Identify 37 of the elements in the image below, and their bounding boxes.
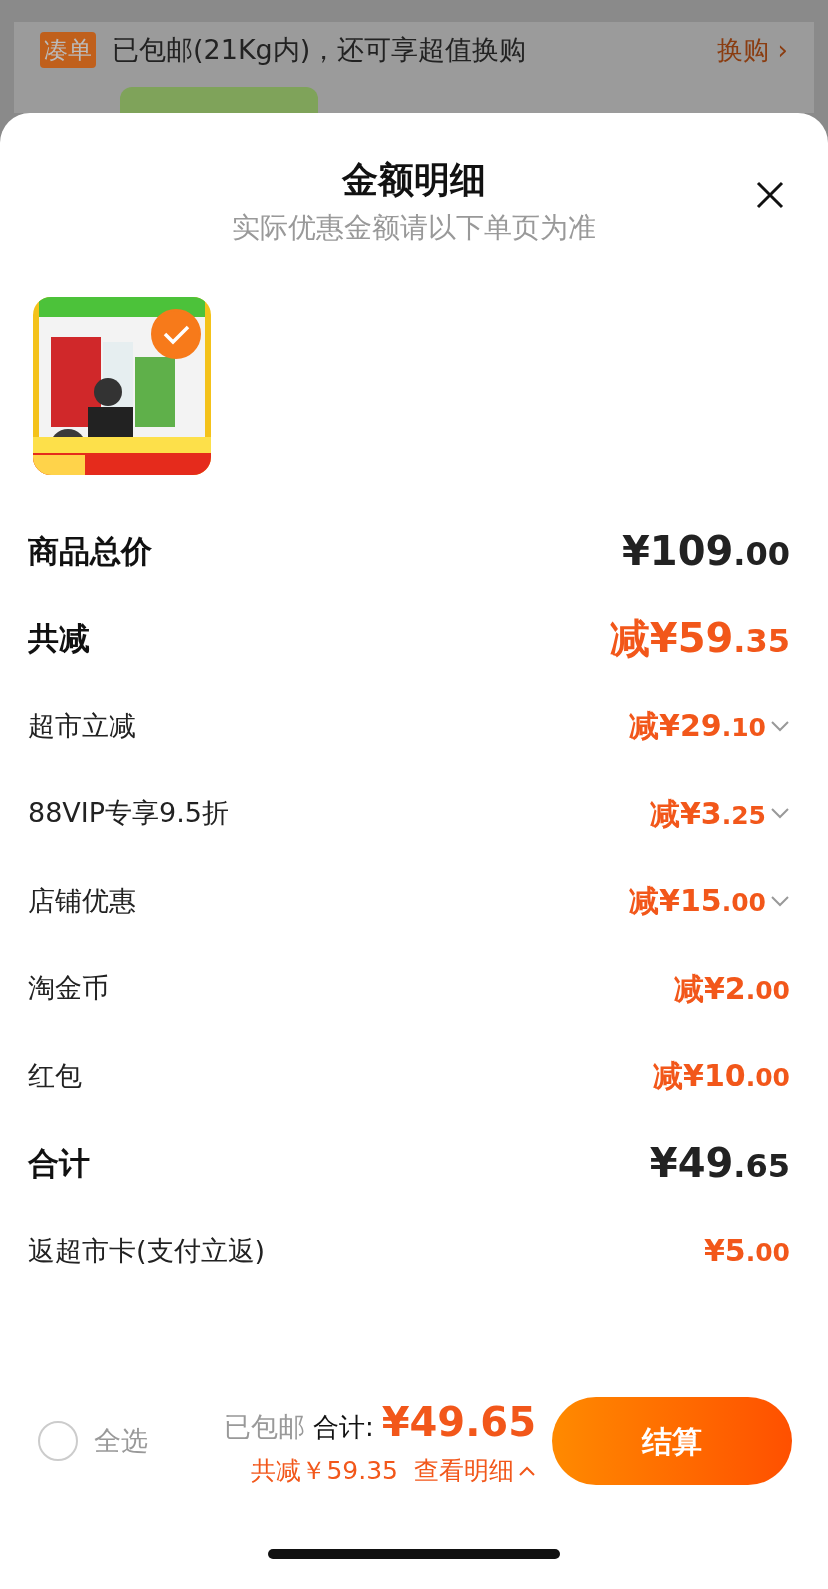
notice-text: 已包邮(21Kg内)，还可享超值换购 <box>112 33 527 67</box>
chevron-down-icon[interactable] <box>770 894 790 907</box>
close-icon[interactable] <box>756 181 784 209</box>
row-label: 红包 <box>28 1058 82 1093</box>
sheet-subtitle: 实际优惠金额请以下单页为准 <box>232 210 596 246</box>
row-label: 店铺优惠 <box>28 883 136 918</box>
select-all-label[interactable]: 全选 <box>94 1420 148 1462</box>
row-label: 商品总价 <box>28 531 152 571</box>
amount-value: 减¥2.00 <box>673 969 790 1008</box>
tag-label: 凑单 <box>40 32 96 69</box>
chevron-down-icon[interactable] <box>770 807 790 820</box>
row-label: 淘金币 <box>28 971 109 1005</box>
row-label: 合计 <box>28 1144 90 1183</box>
total-amount: ¥49.65 <box>381 1398 536 1448</box>
row-label: 88VIP专享9.5折 <box>28 796 229 830</box>
check-icon[interactable] <box>151 309 201 359</box>
chevron-down-icon[interactable] <box>770 719 790 732</box>
amount-value: ¥5.00 <box>703 1232 790 1271</box>
amount-value: 减¥3.25 <box>649 794 766 833</box>
amount-value: 减¥15.00 <box>629 882 766 921</box>
shipping-text: 已包邮 <box>223 1410 305 1445</box>
total-label: 合计: <box>312 1411 374 1445</box>
amount-value: 减¥29.10 <box>629 707 766 746</box>
amount-value: 减¥59.35 <box>609 614 790 664</box>
details-link[interactable]: 查看明细 <box>414 1452 536 1490</box>
checkout-button[interactable]: 结算 <box>552 1397 792 1485</box>
amount-value: ¥109.00 <box>622 526 790 576</box>
sheet-title: 金额明细 <box>342 158 486 202</box>
chevron-up-icon[interactable] <box>518 1465 536 1477</box>
discount-text: 共减￥59.35 <box>251 1455 398 1488</box>
select-all-radio[interactable] <box>38 1421 78 1461</box>
row-label: 共减 <box>28 619 90 658</box>
row-label: 超市立减 <box>28 708 136 743</box>
swap-link[interactable]: 换购 › <box>717 30 788 70</box>
amount-value: 减¥10.00 <box>653 1057 790 1096</box>
row-label: 返超市卡(支付立返) <box>28 1233 266 1268</box>
amount-value: ¥49.65 <box>649 1139 790 1189</box>
